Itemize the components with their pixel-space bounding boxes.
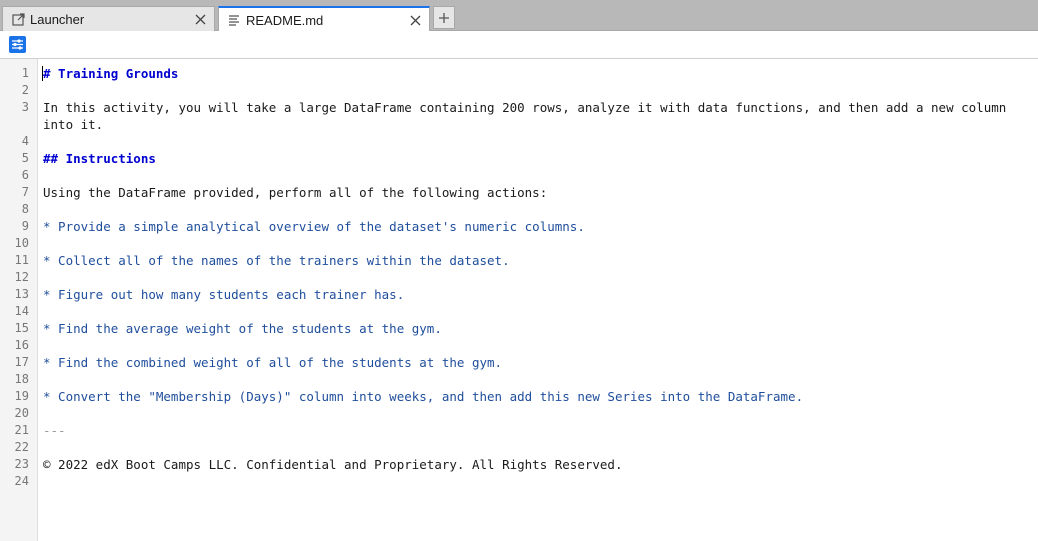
code-line[interactable]: 16 [0,337,1038,354]
code-line[interactable]: 1 # Training Grounds [0,65,1038,82]
add-tab-button[interactable] [433,6,455,29]
line-text: * Find the average weight of the student… [43,321,442,336]
plus-icon [439,12,449,23]
line-number: 23 [14,457,29,471]
line-text: Using the DataFrame provided, perform al… [43,185,548,200]
line-text: * Find the combined weight of all of the… [43,355,503,370]
settings-sliders-icon [9,36,26,53]
code-line[interactable]: 6 [0,167,1038,184]
launcher-icon [10,11,26,27]
line-text: * Collect all of the names of the traine… [43,253,510,268]
code-line[interactable]: 5 ## Instructions [0,150,1038,167]
line-number: 24 [14,474,29,488]
line-number: 22 [14,440,29,454]
text-cursor [42,66,43,81]
line-text: In this activity, you will take a large … [43,100,1014,132]
code-line[interactable]: 3 In this activity, you will take a large… [0,99,1038,133]
code-line[interactable]: 8 [0,201,1038,218]
line-number: 4 [21,134,29,148]
line-number: 18 [14,372,29,386]
line-number: 1 [21,66,29,80]
tab-readme-label: README.md [246,12,324,28]
line-number: 15 [14,321,29,335]
tab-bar: Launcher README.md [0,0,1038,32]
line-text: --- [43,423,66,438]
line-number: 20 [14,406,29,420]
code-line[interactable]: 22 [0,439,1038,456]
line-number: 8 [21,202,29,216]
code-line[interactable]: 11 * Collect all of the names of the trai… [0,252,1038,269]
code-line[interactable]: 15 * Find the average weight of the stude… [0,320,1038,337]
code-line[interactable]: 13 * Figure out how many students each tr… [0,286,1038,303]
line-number: 21 [14,423,29,437]
code-line[interactable]: 17 * Find the combined weight of all of t… [0,354,1038,371]
tab-launcher[interactable]: Launcher [2,6,215,31]
line-number: 10 [14,236,29,250]
code-line[interactable]: 24 [0,473,1038,490]
line-number: 5 [21,151,29,165]
line-number: 9 [21,219,29,233]
tab-launcher-label: Launcher [30,11,85,27]
line-text: # Training Grounds [43,66,179,81]
line-text: * Figure out how many students each trai… [43,287,405,302]
line-text: © 2022 edX Boot Camps LLC. Confidential … [43,457,623,472]
close-icon[interactable] [190,9,210,29]
line-number: 13 [14,287,29,301]
line-number: 14 [14,304,29,318]
line-number: 7 [21,185,29,199]
markdown-file-icon [226,12,242,28]
line-text: * Convert the "Membership (Days)" column… [43,389,804,404]
line-number: 17 [14,355,29,369]
line-number: 16 [14,338,29,352]
code-line[interactable]: 21 --- [0,422,1038,439]
close-icon[interactable] [405,10,425,30]
code-line[interactable]: 14 [0,303,1038,320]
line-text: ## Instructions [43,151,156,166]
code-line[interactable]: 7 Using the DataFrame provided, perform a… [0,184,1038,201]
tab-readme[interactable]: README.md [218,6,430,32]
code-line[interactable]: 4 [0,133,1038,150]
code-line[interactable]: 19 * Convert the "Membership (Days)" colu… [0,388,1038,405]
editor-toolbar [0,31,1038,59]
line-number: 11 [14,253,29,267]
code-line[interactable]: 23 © 2022 edX Boot Camps LLC. Confidentia… [0,456,1038,473]
code-line[interactable]: 10 [0,235,1038,252]
settings-button[interactable] [9,36,26,53]
code-line[interactable]: 9 * Provide a simple analytical overview … [0,218,1038,235]
line-number: 2 [21,83,29,97]
text-editor[interactable]: 1 # Training Grounds 2 3 In this activity, y… [0,59,1038,541]
code-line[interactable]: 2 [0,82,1038,99]
line-number: 3 [21,100,29,114]
line-number: 12 [14,270,29,284]
code-line[interactable]: 18 [0,371,1038,388]
line-text: * Provide a simple analytical overview o… [43,219,585,234]
code-line[interactable]: 20 [0,405,1038,422]
line-number: 19 [14,389,29,403]
editor-lines: 1 # Training Grounds 2 3 In this activity, y… [0,65,1038,490]
code-line[interactable]: 12 [0,269,1038,286]
line-number: 6 [21,168,29,182]
